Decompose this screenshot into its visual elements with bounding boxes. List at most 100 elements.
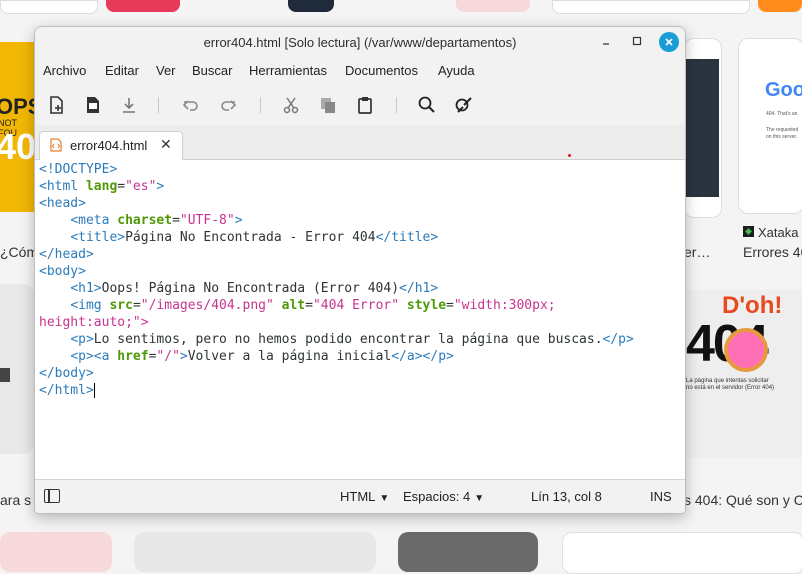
code-text: <body> (39, 264, 86, 279)
code-text: </body> (39, 366, 94, 381)
code-text: </head> (39, 247, 94, 262)
code-line: <p>Lo sentimos, pero no hemos podido enc… (39, 332, 634, 349)
paste-button[interactable] (355, 95, 375, 115)
bg-oops-thumbnail[interactable]: OPS NOT FOU 404 (0, 42, 34, 212)
indent-label: Espacios: 4 (403, 489, 471, 504)
redo-icon (221, 100, 237, 111)
maximize-button[interactable] (628, 33, 646, 51)
donut-icon (724, 328, 768, 372)
side-panel-icon[interactable] (44, 489, 60, 503)
new-document-icon (50, 96, 63, 114)
code-text: <p>Lo sentimos, pero no hemos podido enc… (70, 332, 634, 347)
language-selector[interactable]: HTML ▼ (340, 489, 389, 504)
cursor-position[interactable]: Lín 13, col 8 (531, 489, 602, 504)
spell-marker (568, 154, 571, 157)
bg-card-top (758, 0, 802, 12)
bg-oops-number: 404 (0, 126, 34, 167)
bg-thumbnail[interactable] (134, 532, 376, 572)
minimize-button[interactable] (597, 33, 615, 51)
maximize-icon (632, 36, 642, 46)
new-document-button[interactable] (47, 95, 67, 115)
tab-close-icon[interactable]: ✕ (160, 136, 172, 153)
code-line: </html> (39, 383, 95, 400)
bg-card-top (456, 0, 530, 12)
code-text: <head> (39, 196, 86, 211)
bg-caption[interactable]: s 404: Qué son y C (684, 492, 802, 508)
tab-error404[interactable]: error404.html ✕ (39, 131, 183, 160)
code-line: <h1>Oops! Página No Encontrada (Error 40… (39, 281, 438, 298)
xataka-icon (743, 226, 754, 237)
undo-button[interactable] (181, 95, 201, 115)
bg-card-top (0, 0, 98, 14)
menu-bar: Archivo Editar Ver Buscar Herramientas D… (35, 57, 685, 85)
close-button[interactable] (659, 32, 679, 52)
code-text: <p><a href="/">Volver a la página inicia… (70, 349, 454, 364)
window-title: error404.html [Solo lectura] (/var/www/d… (203, 35, 517, 50)
bg-thumbnail[interactable] (398, 532, 538, 572)
insert-mode[interactable]: INS (650, 489, 672, 504)
bg-oops-text: OPS (0, 94, 34, 119)
code-text: </html> (39, 383, 94, 398)
bg-thumbnail[interactable] (0, 284, 34, 454)
text-cursor (93, 383, 95, 398)
menu-ver[interactable]: Ver (156, 63, 176, 78)
search-button[interactable] (417, 95, 437, 115)
bg-caption[interactable]: Errores 404 (743, 244, 802, 260)
bg-source[interactable]: Xataka (758, 225, 798, 240)
cut-icon (283, 97, 299, 114)
bg-thumbnail[interactable] (0, 532, 112, 572)
code-text: <meta charset="UTF-8"> (70, 213, 243, 228)
cut-button[interactable] (281, 95, 301, 115)
menu-documentos[interactable]: Documentos (345, 63, 418, 78)
open-document-button[interactable] (83, 95, 103, 115)
bg-google-thumbnail[interactable]: Google 404. That's an The requested on t… (738, 38, 802, 214)
save-icon (123, 98, 135, 113)
indent-selector[interactable]: Espacios: 4 ▼ (403, 489, 484, 504)
bg-card-top (106, 0, 180, 12)
bg-dark-shape (685, 59, 719, 197)
code-line: </body> (39, 366, 94, 383)
titlebar[interactable]: error404.html [Solo lectura] (/var/www/d… (35, 27, 685, 57)
toolbar (35, 85, 685, 125)
code-line: height:auto;"> (39, 315, 149, 332)
code-editor[interactable]: <!DOCTYPE> <html lang="es"> <head> <meta… (35, 160, 685, 472)
replace-icon (455, 97, 472, 113)
bg-doh-text: no está en el servidor (Error 404) (686, 385, 775, 391)
bg-thumbnail[interactable] (684, 38, 722, 218)
bg-plus-shape (0, 368, 10, 382)
code-line: <body> (39, 264, 86, 281)
bg-tiny-text: 404. That's an (766, 111, 798, 117)
toolbar-separator (396, 97, 397, 113)
code-line: <p><a href="/">Volver a la página inicia… (39, 349, 454, 366)
menu-buscar[interactable]: Buscar (192, 63, 232, 78)
menu-ayuda[interactable]: Ayuda (438, 63, 475, 78)
menu-archivo[interactable]: Archivo (43, 63, 86, 78)
copy-button[interactable] (318, 95, 338, 115)
code-line: <meta charset="UTF-8"> (39, 213, 243, 230)
toolbar-separator (158, 97, 159, 113)
replace-button[interactable] (454, 95, 474, 115)
bg-caption[interactable]: ara s (0, 492, 31, 508)
menu-herramientas[interactable]: Herramientas (249, 63, 327, 78)
bg-tiny-text: on this server. (766, 134, 798, 140)
bg-doh-thumbnail[interactable]: D'oh! 404 La página que intentas solicit… (684, 290, 802, 458)
code-text: <!DOCTYPE> (39, 162, 118, 177)
bg-thumbnail[interactable] (562, 532, 802, 574)
code-text: height:auto;"> (39, 315, 149, 330)
text-editor-window[interactable]: error404.html [Solo lectura] (/var/www/d… (34, 26, 686, 514)
chevron-down-icon: ▼ (379, 493, 390, 504)
close-icon (665, 38, 673, 46)
minimize-icon (603, 43, 609, 45)
search-icon (418, 96, 435, 113)
undo-icon (182, 100, 198, 111)
menu-editar[interactable]: Editar (105, 63, 139, 78)
bg-tiny-text: The requested (766, 127, 799, 133)
save-button[interactable] (119, 95, 139, 115)
code-line: <title>Página No Encontrada - Error 404<… (39, 230, 438, 247)
redo-button[interactable] (218, 95, 238, 115)
open-document-icon (87, 97, 99, 113)
bg-caption[interactable]: ¿Cóm (0, 244, 38, 260)
bg-card-top (552, 0, 750, 14)
bg-caption[interactable]: er… (684, 244, 710, 260)
paste-icon (358, 97, 372, 114)
